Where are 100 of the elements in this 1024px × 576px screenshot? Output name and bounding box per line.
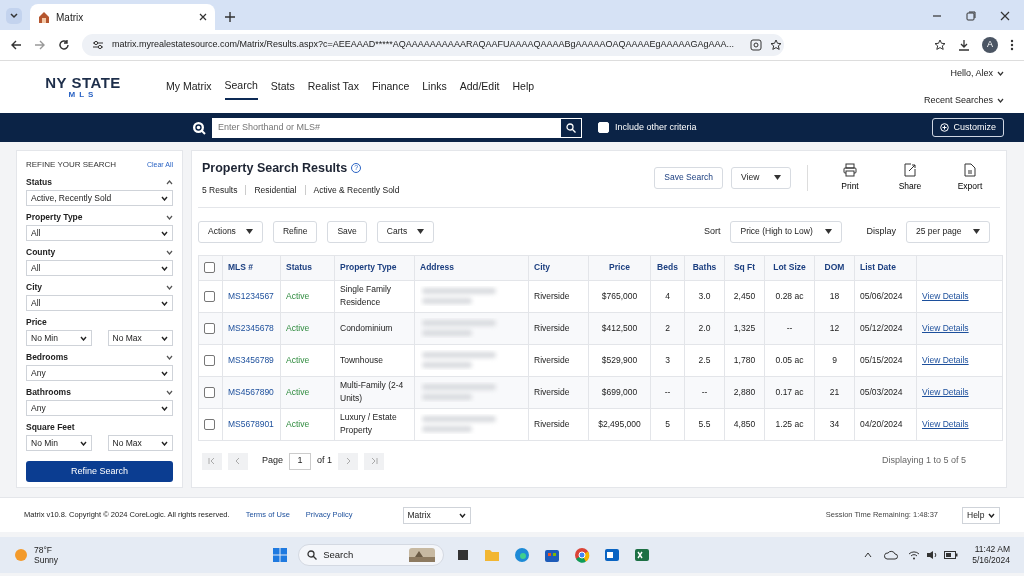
dropdown-button[interactable]: Carts xyxy=(376,220,435,243)
toolbar-button[interactable]: Refine xyxy=(272,220,318,243)
table-cell: 04/20/2024 xyxy=(860,418,903,429)
browser-icon[interactable] xyxy=(514,547,531,563)
wifi-icon[interactable] xyxy=(908,550,921,560)
filter-dropdown[interactable]: No Max xyxy=(107,435,173,451)
task-view-icon[interactable] xyxy=(456,548,471,562)
chrome-icon[interactable] xyxy=(574,547,591,563)
column-header[interactable]: Beds xyxy=(650,255,685,280)
save-search-button[interactable]: Save Search xyxy=(654,166,723,189)
filter-dropdown[interactable]: No Max xyxy=(107,330,173,346)
spreadsheet-app-icon[interactable] xyxy=(634,547,651,563)
nav-tab[interactable]: Add/Edit xyxy=(459,75,500,99)
battery-icon[interactable] xyxy=(944,551,959,559)
row-checkbox[interactable] xyxy=(204,386,215,398)
reload-icon[interactable] xyxy=(58,39,70,51)
store-icon[interactable] xyxy=(544,547,561,563)
filter-dropdown[interactable]: Any xyxy=(26,400,173,416)
taskbar-search[interactable]: Search xyxy=(298,544,445,566)
back-icon[interactable] xyxy=(10,39,22,51)
nav-tab[interactable]: Finance xyxy=(371,75,410,99)
column-header[interactable]: Property Type xyxy=(334,255,415,280)
recent-searches-menu[interactable]: Recent Searches xyxy=(923,94,1004,108)
print-button[interactable]: Print xyxy=(824,161,876,194)
toolbar-button[interactable]: Save xyxy=(327,220,367,243)
view-dropdown[interactable]: View xyxy=(731,166,791,189)
nav-tab[interactable]: Stats xyxy=(270,75,295,99)
browser-tab[interactable]: Matrix xyxy=(30,4,215,30)
search-button[interactable] xyxy=(560,117,582,138)
close-icon[interactable] xyxy=(199,13,207,21)
chevron-down-icon[interactable] xyxy=(166,285,173,290)
customize-button[interactable]: Customize xyxy=(932,117,1004,138)
chevron-up-icon[interactable] xyxy=(166,180,173,185)
view-details-link[interactable]: View Details xyxy=(922,386,969,397)
filter-dropdown[interactable]: Any xyxy=(26,365,173,381)
column-header[interactable]: Baths xyxy=(684,255,725,280)
column-header[interactable]: List Date xyxy=(854,255,917,280)
new-tab-icon[interactable] xyxy=(225,12,235,22)
start-icon[interactable] xyxy=(272,547,289,563)
filter-dropdown[interactable]: Active, Recently Sold xyxy=(26,190,173,206)
refine-search-button[interactable]: Refine Search xyxy=(26,461,173,482)
table-cell: Luxury / Estate Property xyxy=(340,412,397,435)
column-header[interactable]: Status xyxy=(280,255,335,280)
sort-dropdown[interactable]: Price (High to Low) xyxy=(730,220,843,243)
chevron-up-icon[interactable] xyxy=(864,552,873,558)
row-checkbox[interactable] xyxy=(204,290,215,302)
page-input[interactable]: 1 xyxy=(289,452,312,470)
star-icon[interactable] xyxy=(934,39,946,51)
tab-list-icon[interactable] xyxy=(6,8,22,24)
address-bar[interactable]: matrix.myrealestatesource.com/Matrix/Results.aspx?c=AEEAAAD*****AQAAAAAAAAAARAQAAFUAAAAQAAAABgAAAAAOAQAAAAEgAAAAAGAgAAA... xyxy=(82,34,784,56)
filter-dropdown[interactable]: No Min xyxy=(26,330,92,346)
export-button[interactable]: Export xyxy=(944,161,996,194)
menu-icon[interactable] xyxy=(1010,39,1014,51)
download-icon[interactable] xyxy=(958,39,970,51)
share-button[interactable]: Share xyxy=(884,161,936,194)
star-icon[interactable] xyxy=(770,39,782,51)
select-all-checkbox[interactable] xyxy=(204,262,215,273)
checkbox[interactable] xyxy=(598,122,609,133)
filter-dropdown[interactable]: All xyxy=(26,260,173,276)
forward-icon[interactable] xyxy=(34,39,46,51)
profile-avatar[interactable]: A xyxy=(982,37,998,53)
speaker-icon[interactable] xyxy=(926,550,939,560)
chevron-down-icon[interactable] xyxy=(166,250,173,255)
restore-icon[interactable] xyxy=(966,11,976,21)
cloud-icon[interactable] xyxy=(884,550,899,560)
printer-icon xyxy=(843,162,857,177)
column-header[interactable]: Sq Ft xyxy=(724,255,765,280)
nav-tab[interactable]: Help xyxy=(512,75,535,99)
column-header[interactable]: City xyxy=(528,255,589,280)
column-header[interactable]: Lot Size xyxy=(764,255,815,280)
page-size-dropdown[interactable]: 25 per page xyxy=(906,220,990,243)
view-details-link[interactable]: View Details xyxy=(922,354,969,365)
filter-dropdown[interactable]: All xyxy=(26,225,173,241)
nav-tab[interactable]: Search xyxy=(224,74,258,100)
column-header[interactable]: DOM xyxy=(814,255,855,280)
user-menu[interactable]: Hello, Alex xyxy=(950,66,1004,80)
close-icon[interactable] xyxy=(1000,11,1010,21)
filter-dropdown[interactable]: All xyxy=(26,295,173,311)
mail-app-icon[interactable] xyxy=(604,547,621,563)
filter-dropdown[interactable]: No Min xyxy=(26,435,92,451)
nav-tab[interactable]: Links xyxy=(422,75,447,99)
dropdown-button[interactable]: Actions xyxy=(198,220,263,243)
row-checkbox[interactable] xyxy=(204,418,215,430)
help-dropdown[interactable]: Help xyxy=(962,506,1000,524)
view-details-link[interactable]: View Details xyxy=(922,322,969,333)
app-dropdown[interactable]: Matrix xyxy=(402,506,471,524)
column-header[interactable]: MLS # xyxy=(222,255,281,280)
column-header[interactable]: Address xyxy=(414,255,529,280)
row-checkbox[interactable] xyxy=(204,322,215,334)
nav-tab[interactable]: Realist Tax xyxy=(307,75,359,99)
site-settings-icon[interactable] xyxy=(92,39,104,51)
lens-icon[interactable] xyxy=(750,39,762,51)
chevron-down-icon[interactable] xyxy=(166,355,173,360)
column-header[interactable]: Price xyxy=(588,255,651,280)
chevron-down-icon[interactable] xyxy=(166,390,173,395)
view-details-link[interactable]: View Details xyxy=(922,418,969,429)
nav-tab[interactable]: My Matrix xyxy=(166,75,212,99)
row-checkbox[interactable] xyxy=(204,354,215,366)
chevron-down-icon[interactable] xyxy=(166,215,173,220)
view-details-link[interactable]: View Details xyxy=(922,290,969,301)
